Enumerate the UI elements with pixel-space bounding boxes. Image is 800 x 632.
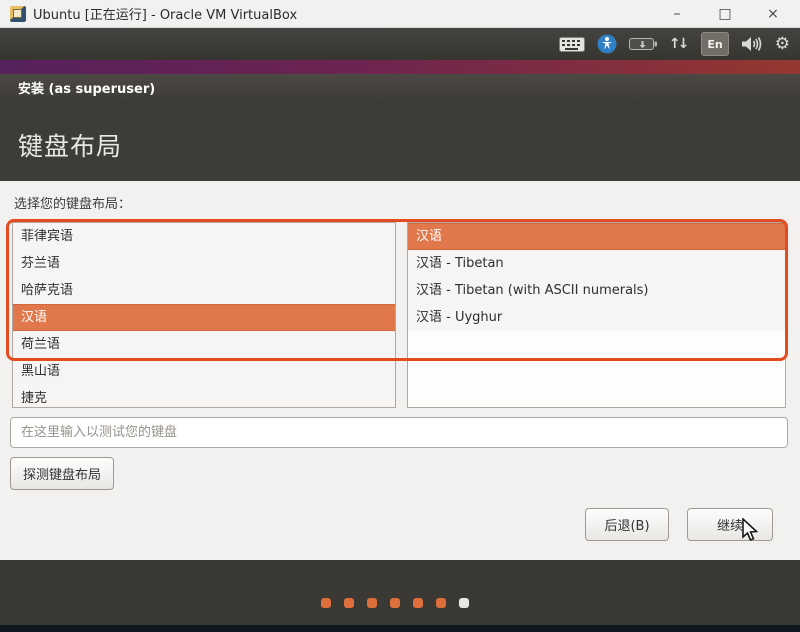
variant-list-item[interactable]: 汉语 - Tibetan (408, 250, 785, 277)
progress-dot-current (459, 598, 469, 608)
vm-status-strip (0, 625, 800, 632)
accessibility-icon[interactable] (597, 32, 617, 56)
installer-title: 安装 (as superuser) (18, 78, 155, 97)
keyboard-icon[interactable] (559, 32, 585, 56)
page-title: 键盘布局 (0, 101, 800, 163)
desktop-wallpaper-strip (0, 60, 800, 74)
progress-dot (390, 598, 400, 608)
layout-list-item[interactable]: 哈萨克语 (13, 277, 395, 304)
installer-header: 安装 (as superuser) 键盘布局 (0, 74, 800, 181)
progress-dot (413, 598, 423, 608)
virtualbox-logo-icon (10, 6, 26, 22)
progress-dot (344, 598, 354, 608)
keyboard-layout-prompt: 选择您的键盘布局： (14, 193, 131, 212)
progress-dot (367, 598, 377, 608)
input-method-indicator[interactable]: En (701, 32, 728, 56)
battery-icon[interactable] (629, 32, 657, 56)
continue-button[interactable]: 继续 (687, 508, 773, 541)
layout-list-item[interactable]: 荷兰语 (13, 331, 395, 358)
variant-list-item[interactable]: 汉语 (408, 223, 785, 250)
layout-list-item[interactable]: 黑山语 (13, 358, 395, 385)
virtualbox-window: Ubuntu [正在运行] - Oracle VM VirtualBox – □… (0, 0, 800, 632)
network-arrows-icon[interactable]: ↑↓ (669, 32, 689, 56)
vm-titlebar: Ubuntu [正在运行] - Oracle VM VirtualBox – □… (0, 0, 800, 28)
progress-dot (436, 598, 446, 608)
layout-list-item[interactable]: 芬兰语 (13, 250, 395, 277)
progress-dot (321, 598, 331, 608)
installer-content: 选择您的键盘布局： 菲律宾语芬兰语哈萨克语汉语荷兰语黑山语捷克 汉语汉语 - T… (0, 181, 800, 560)
detect-keyboard-button[interactable]: 探测键盘布局 (10, 457, 114, 490)
variant-list-item[interactable]: 汉语 - Uyghur (408, 304, 785, 331)
back-button[interactable]: 后退(B) (585, 508, 669, 541)
layout-list-item[interactable]: 捷克 (13, 385, 395, 408)
unity-top-panel: ↑↓ En ⚙ (0, 28, 800, 60)
installer-titlebar: 安装 (as superuser) (0, 74, 800, 101)
layout-list-item[interactable]: 汉语 (13, 304, 395, 331)
volume-icon[interactable] (741, 32, 763, 56)
window-controls: – □ × (660, 1, 790, 27)
minimize-button[interactable]: – (660, 1, 694, 27)
keyboard-test-input[interactable] (10, 417, 788, 448)
vm-window-title: Ubuntu [正在运行] - Oracle VM VirtualBox (33, 4, 297, 23)
variant-list-item[interactable]: 汉语 - Tibetan (with ASCII numerals) (408, 277, 785, 304)
session-gear-icon[interactable]: ⚙ (775, 32, 790, 56)
layout-list-item[interactable]: 菲律宾语 (13, 223, 395, 250)
layout-list[interactable]: 菲律宾语芬兰语哈萨克语汉语荷兰语黑山语捷克 (12, 222, 396, 408)
close-button[interactable]: × (756, 1, 790, 27)
installer-footer (0, 560, 800, 625)
maximize-button[interactable]: □ (708, 1, 742, 27)
progress-dots (0, 598, 790, 608)
variant-list[interactable]: 汉语汉语 - Tibetan汉语 - Tibetan (with ASCII n… (407, 222, 786, 408)
